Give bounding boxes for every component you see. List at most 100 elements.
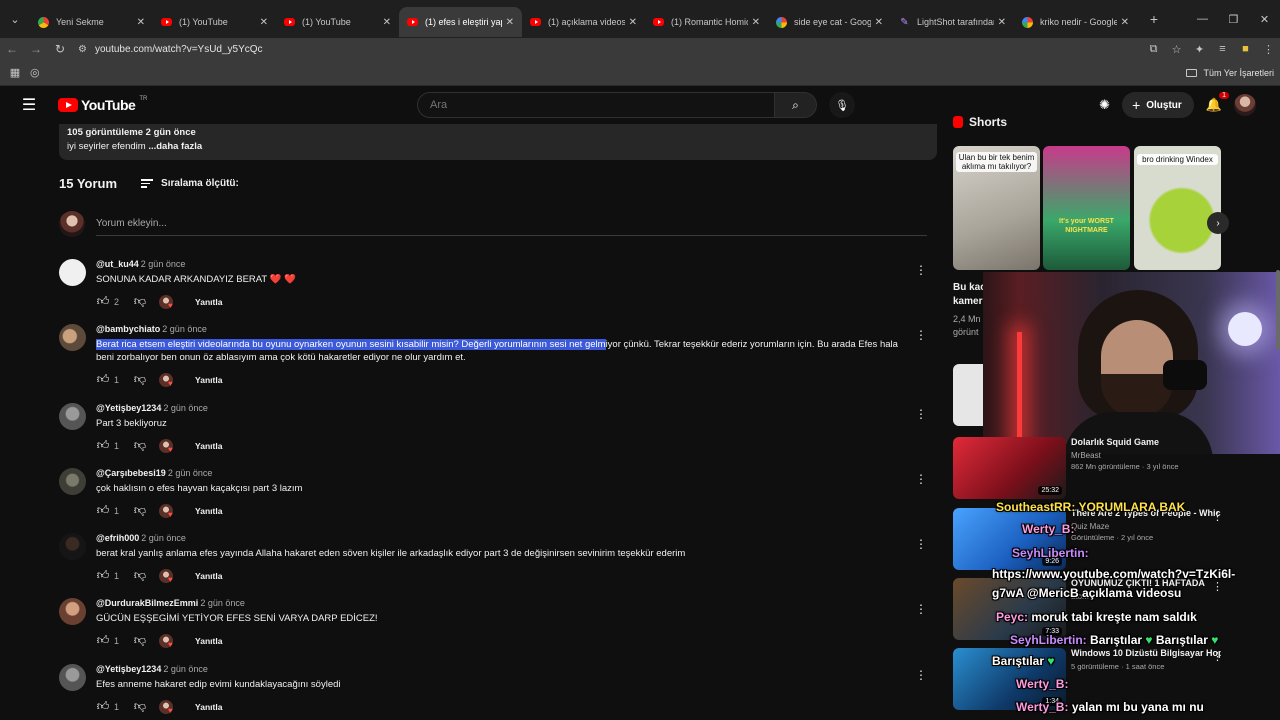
globe-icon[interactable]: ◎ <box>30 66 40 79</box>
reply-button[interactable]: Yanıtla <box>195 375 222 385</box>
comment-time[interactable]: 2 gün önce <box>141 259 186 269</box>
more-vert-icon[interactable]: ⋮ <box>915 668 927 682</box>
comment-time[interactable]: 2 gün önce <box>141 533 186 543</box>
reply-button[interactable]: Yanıtla <box>195 702 222 712</box>
video-thumbnail[interactable]: 1:34 <box>953 648 1066 710</box>
comment-author[interactable]: @Yetişbey1234 2 gün önce <box>96 664 917 674</box>
search-input[interactable] <box>417 92 775 118</box>
all-bookmarks-button[interactable]: Tüm Yer İşaretleri <box>1186 68 1274 78</box>
video-title[interactable]: Windows 10 Dizüstü Bilgisayar Hoparlörle… <box>1071 648 1221 659</box>
reply-button[interactable]: Yanıtla <box>195 636 222 646</box>
media-icon[interactable]: ≡ <box>1211 43 1234 56</box>
avatar[interactable] <box>59 598 86 625</box>
like-icon[interactable]: 👍︎ <box>96 438 110 453</box>
close-icon[interactable]: ✕ <box>752 17 760 28</box>
author-name[interactable]: @ut_ku44 <box>96 259 139 269</box>
search-button[interactable]: ⌕ <box>775 92 817 118</box>
avatar[interactable] <box>59 664 86 691</box>
comment-author[interactable]: @bambychiato 2 gün önce <box>96 324 917 334</box>
reply-button[interactable]: Yanıtla <box>195 506 222 516</box>
more-vert-icon[interactable]: ⋮ <box>1212 510 1223 523</box>
video-description[interactable]: 105 görüntüleme 2 gün önce iyi seyirler … <box>59 124 937 160</box>
url-field[interactable]: ⚙ youtube.com/watch?v=YsUd_y5YcQc <box>78 39 1108 59</box>
notifications-button[interactable]: 🔔 1 <box>1206 92 1229 113</box>
like-icon[interactable]: 👍︎ <box>96 699 110 714</box>
voice-search-button[interactable]: 🎙 <box>829 92 855 118</box>
channel-name[interactable]: Quiz Maze <box>1071 522 1221 531</box>
site-info-icon[interactable]: ⚙ <box>78 44 87 55</box>
comment-author[interactable]: @DurdurakBilmezEmmi 2 gün önce <box>96 598 917 608</box>
video-thumbnail[interactable]: 7:33 <box>953 578 1066 640</box>
sort-button[interactable]: Sıralama ölçütü: <box>141 178 239 189</box>
close-icon[interactable]: ✕ <box>875 17 883 28</box>
tab-7[interactable]: ✎ LightShot tarafından ✕ <box>891 7 1014 37</box>
dislike-icon[interactable]: 👎︎ <box>133 568 147 583</box>
comment-author[interactable]: @efrih000 2 gün önce <box>96 533 917 543</box>
dislike-icon[interactable]: 👎︎ <box>133 633 147 648</box>
author-name[interactable]: @Yetişbey1234 <box>96 664 161 674</box>
scrollbar-thumb[interactable] <box>1276 270 1280 350</box>
extension-icon[interactable]: ■ <box>1234 43 1257 56</box>
comment-author[interactable]: @Çarşıbebesi19 2 gün önce <box>96 468 917 478</box>
avatar[interactable] <box>59 403 86 430</box>
more-vert-icon[interactable]: ⋮ <box>915 537 927 551</box>
video-thumbnail[interactable]: 25:32 <box>953 437 1066 499</box>
tab-0[interactable]: Yeni Sekme ✕ <box>30 7 153 37</box>
more-vert-icon[interactable]: ⋮ <box>915 602 927 616</box>
avatar[interactable] <box>59 533 86 560</box>
tab-search-icon[interactable]: ⌄ <box>0 0 30 38</box>
minimize-icon[interactable]: — <box>1187 0 1218 38</box>
tab-8[interactable]: kriko nedir - Google ✕ <box>1014 7 1137 37</box>
dislike-icon[interactable]: 👎︎ <box>133 294 147 309</box>
tab-4[interactable]: (1) açıklama videosu ✕ <box>522 7 645 37</box>
like-icon[interactable]: 👍︎ <box>96 633 110 648</box>
recommended-video[interactable]: 25:32 Dolarlık Squid Game MrBeast 862 Mn… <box>953 437 1253 499</box>
author-name[interactable]: @Çarşıbebesi19 <box>96 468 166 478</box>
shorts-next-button[interactable]: › <box>1207 212 1229 234</box>
author-name[interactable]: @Yetişbey1234 <box>96 403 161 413</box>
bookmark-star-icon[interactable]: ☆ <box>1165 43 1188 56</box>
tab-5[interactable]: (1) Romantic Homicide ✕ <box>645 7 768 37</box>
channel-name[interactable]: MrBeast <box>1071 451 1221 460</box>
create-button[interactable]: + Oluştur <box>1122 92 1194 118</box>
dislike-icon[interactable]: 👎︎ <box>133 372 147 387</box>
reply-button[interactable]: Yanıtla <box>195 297 222 307</box>
close-icon[interactable]: ✕ <box>1121 17 1129 28</box>
close-icon[interactable]: ✕ <box>260 17 268 28</box>
tab-2[interactable]: (1) YouTube ✕ <box>276 7 399 37</box>
recommended-video[interactable]: 7:33 OYUNUMUZ ÇIKTI! 1 HAFTADA atom ⋮ <box>953 578 1253 640</box>
tab-1[interactable]: (1) YouTube ✕ <box>153 7 276 37</box>
like-icon[interactable]: 👍︎ <box>96 372 110 387</box>
live-icon[interactable]: ✺ <box>1099 97 1110 113</box>
new-tab-button[interactable]: + <box>1143 11 1165 27</box>
short-thumbnail[interactable]: It's your WORST NIGHTMARE <box>1043 146 1130 270</box>
short-title[interactable]: Bu kac <box>953 282 986 293</box>
close-icon[interactable]: ✕ <box>506 17 514 28</box>
like-icon[interactable]: 👍︎ <box>96 503 110 518</box>
avatar[interactable] <box>59 259 86 286</box>
recommended-video[interactable]: 9:26 There Are 2 Types of People - Which… <box>953 508 1253 570</box>
tab-6[interactable]: side eye cat - Google ✕ <box>768 7 891 37</box>
install-icon[interactable]: ⧉ <box>1142 43 1165 56</box>
avatar[interactable] <box>1234 94 1256 116</box>
reload-icon[interactable]: ↻ <box>48 42 72 56</box>
like-icon[interactable]: 👍︎ <box>96 568 110 583</box>
more-vert-icon[interactable]: ⋮ <box>915 407 927 421</box>
more-vert-icon[interactable]: ⋮ <box>915 328 927 342</box>
comment-time[interactable]: 2 gün önce <box>163 664 208 674</box>
add-comment-input[interactable]: Yorum ekleyin... <box>96 212 927 236</box>
more-vert-icon[interactable]: ⋮ <box>915 472 927 486</box>
forward-icon[interactable]: → <box>24 42 48 56</box>
channel-name[interactable]: atom <box>1071 592 1221 601</box>
comment-author[interactable]: @ut_ku44 2 gün önce <box>96 259 917 269</box>
menu-icon[interactable]: ☰ <box>0 95 58 115</box>
close-icon[interactable]: ✕ <box>629 17 637 28</box>
recommended-video[interactable]: 1:34 Windows 10 Dizüstü Bilgisayar Hopar… <box>953 648 1253 710</box>
author-name[interactable]: @DurdurakBilmezEmmi <box>96 598 198 608</box>
dislike-icon[interactable]: 👎︎ <box>133 438 147 453</box>
restore-icon[interactable]: ❐ <box>1218 0 1249 38</box>
avatar[interactable] <box>59 324 86 351</box>
comment-author[interactable]: @Yetişbey1234 2 gün önce <box>96 403 917 413</box>
comment-time[interactable]: 2 gün önce <box>162 324 207 334</box>
more-vert-icon[interactable]: ⋮ <box>1257 43 1280 56</box>
